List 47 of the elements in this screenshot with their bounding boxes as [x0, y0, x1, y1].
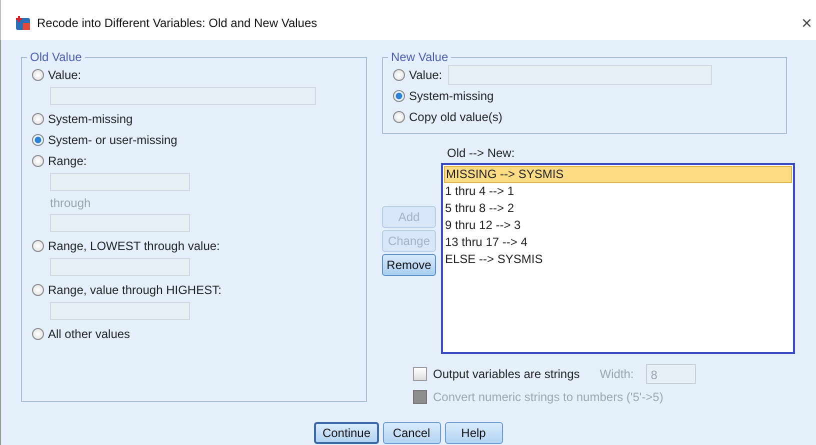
radio-option[interactable]: Value:: [393, 64, 442, 85]
radio-option[interactable]: All other values: [32, 323, 130, 344]
checkbox[interactable]: [413, 367, 427, 381]
list-item[interactable]: MISSING --> SYSMIS: [444, 166, 792, 183]
group-legend: Old Value: [27, 50, 85, 64]
list-item[interactable]: 1 thru 4 --> 1: [444, 183, 792, 200]
radio-button[interactable]: [393, 90, 405, 102]
radio-option[interactable]: Value:: [32, 64, 82, 85]
group-legend: New Value: [388, 50, 452, 64]
input-field[interactable]: [50, 87, 316, 105]
radio-option[interactable]: Range:: [32, 150, 87, 171]
list-item[interactable]: 13 thru 17 --> 4: [444, 234, 792, 251]
input-field[interactable]: [50, 173, 190, 191]
radio-option[interactable]: System- or user-missing: [32, 129, 178, 150]
radio-option[interactable]: Copy old value(s): [393, 106, 502, 127]
radio-option[interactable]: System-missing: [393, 85, 494, 106]
dialog-button[interactable]: Cancel: [382, 422, 441, 444]
width-label: Width:: [600, 367, 634, 381]
radio-option[interactable]: System-missing: [32, 108, 133, 129]
checkbox-option[interactable]: Output variables are strings: [413, 367, 580, 381]
list-button[interactable]: Remove: [382, 254, 436, 276]
list-item[interactable]: ELSE --> SYSMIS: [444, 251, 792, 268]
radio-button[interactable]: [393, 110, 405, 122]
radio-button[interactable]: [32, 328, 44, 340]
radio-option[interactable]: Range, LOWEST through value:: [32, 235, 220, 256]
radio-button[interactable]: [32, 68, 44, 80]
radio-option[interactable]: Range, value through HIGHEST:: [32, 279, 222, 300]
radio-button[interactable]: [32, 154, 44, 166]
app-icon: [15, 15, 31, 31]
radio-button[interactable]: [32, 284, 44, 296]
radio-button[interactable]: [32, 112, 44, 124]
dialog-button[interactable]: Continue: [314, 422, 379, 444]
list-label: Old --> New:: [447, 146, 516, 162]
dialog-button[interactable]: Help: [444, 422, 503, 444]
list-item[interactable]: 9 thru 12 --> 3: [444, 217, 792, 234]
list-item[interactable]: 5 thru 8 --> 2: [444, 200, 792, 217]
close-button[interactable]: ×: [797, 12, 816, 34]
radio-button[interactable]: [393, 68, 405, 80]
input-field[interactable]: [448, 64, 712, 84]
input-field[interactable]: [50, 302, 190, 320]
radio-button[interactable]: [32, 134, 44, 146]
radio-button[interactable]: [32, 240, 44, 252]
window-title: Recode into Different Variables: Old and New Values: [37, 16, 318, 30]
input-field[interactable]: [50, 214, 190, 232]
recode-list[interactable]: MISSING --> SYSMIS 1 thru 4 --> 1 5 thru 8 --> 2 9 thru 12 --> 3 13 thru 17 --> 4 ELSE --> SYSMIS: [441, 163, 795, 354]
through-label: through: [50, 196, 91, 210]
input-field[interactable]: [50, 258, 190, 276]
